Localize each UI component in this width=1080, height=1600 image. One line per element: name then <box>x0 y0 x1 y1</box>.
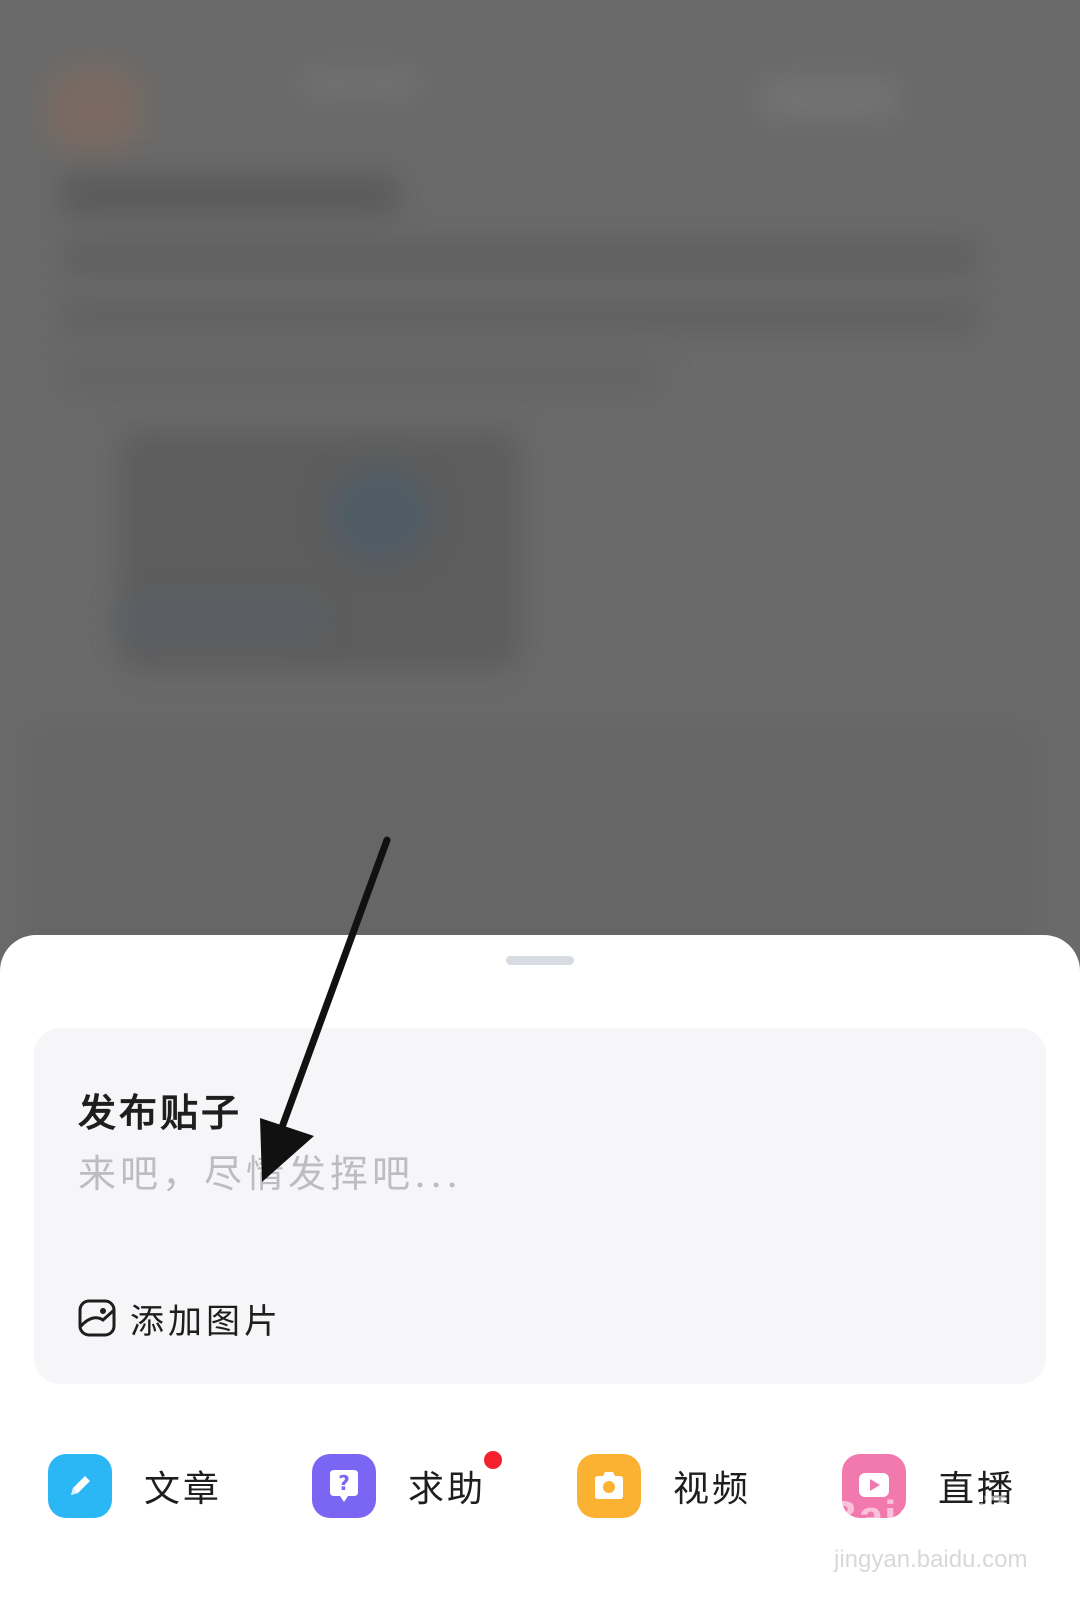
watermark-brand: Baidu 经验 <box>826 1492 1012 1600</box>
image-icon <box>78 1299 116 1337</box>
blurred-line-2 <box>60 300 980 334</box>
post-content-input[interactable] <box>78 1146 978 1202</box>
watermark-url: jingyan.baidu.com <box>834 1546 1028 1573</box>
post-type-video[interactable]: 视频 <box>577 1453 751 1519</box>
dimmed-background <box>0 0 1080 960</box>
blurred-avatar <box>44 64 144 154</box>
post-type-label: 文章 <box>144 1469 223 1510</box>
blurred-line-1 <box>60 240 980 274</box>
compose-card: 发布贴子 添加图片 <box>34 1028 1046 1384</box>
add-image-button[interactable]: 添加图片 <box>78 1296 282 1342</box>
baidu-jingyan-watermark: Baidu 经验 jingyan.baidu.com <box>826 1480 1028 1600</box>
blurred-header-button <box>760 78 900 118</box>
drag-handle[interactable] <box>506 956 574 965</box>
blurred-header-text <box>300 70 420 96</box>
pencil-icon <box>48 1454 112 1518</box>
add-image-label: 添加图片 <box>130 1301 282 1342</box>
post-type-article[interactable]: 文章 <box>48 1453 222 1519</box>
compose-title: 发布贴子 <box>78 1090 243 1135</box>
blurred-card-line <box>120 600 320 640</box>
svg-text:?: ? <box>338 1471 350 1495</box>
new-badge-dot <box>484 1451 502 1469</box>
post-type-label: 视频 <box>673 1469 752 1510</box>
question-bubble-icon: ? <box>312 1454 376 1518</box>
camera-icon <box>577 1454 641 1518</box>
blurred-thumbnail <box>330 470 430 560</box>
blurred-title <box>60 175 400 215</box>
post-type-help[interactable]: ? 求助 <box>312 1451 502 1519</box>
blurred-line-3 <box>60 360 660 394</box>
blurred-panel-border <box>20 720 1040 960</box>
post-type-label: 求助 <box>408 1469 487 1510</box>
